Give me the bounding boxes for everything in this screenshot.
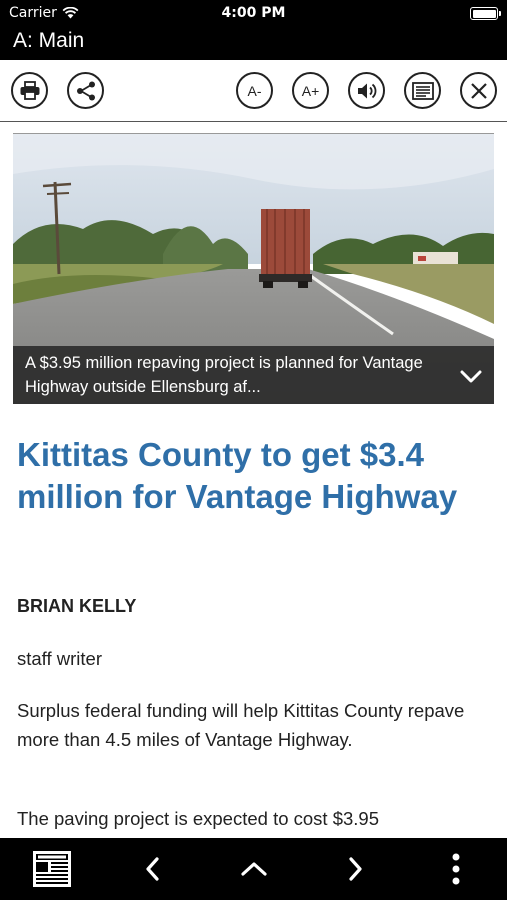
title-bar: A: Main: [0, 26, 507, 60]
article-paragraph-2: The paving project is expected to cost $…: [17, 808, 379, 829]
article-headline: Kittitas County to get $3.4 million for …: [17, 436, 458, 515]
text-view-button[interactable]: [404, 72, 441, 109]
close-icon: [470, 82, 487, 99]
chevron-up-icon: [241, 862, 267, 876]
font-increase-button[interactable]: A+: [292, 72, 329, 109]
newspaper-icon: [33, 851, 71, 887]
article-author: BRIAN KELLY: [17, 596, 137, 616]
printer-icon: [20, 80, 39, 100]
audio-button[interactable]: [348, 72, 385, 109]
share-icon: [76, 81, 95, 100]
battery-icon: [470, 7, 501, 20]
more-vertical-icon: [452, 853, 460, 885]
text-view-icon: [411, 81, 434, 100]
close-button[interactable]: [460, 72, 497, 109]
next-article-button[interactable]: [335, 850, 375, 888]
article-toolbar: A- A+: [0, 60, 507, 122]
newspaper-button[interactable]: [32, 850, 72, 888]
bottom-nav-bar: [0, 838, 507, 900]
status-time: 4:00 PM: [221, 5, 286, 21]
status-bar: Carrier 4:00 PM: [0, 0, 507, 26]
previous-article-button[interactable]: [133, 850, 173, 888]
chevron-right-icon: [349, 857, 362, 881]
article-paragraph-1: Surplus federal funding will help Kittit…: [17, 700, 465, 750]
speaker-icon: [357, 83, 376, 98]
photo-caption-bar[interactable]: A $3.95 million repaving project is plan…: [13, 346, 494, 404]
font-decrease-button[interactable]: A-: [236, 72, 273, 109]
article-photo[interactable]: A $3.95 million repaving project is plan…: [13, 133, 494, 404]
section-title: A: Main: [13, 29, 85, 52]
chevron-down-icon[interactable]: [458, 363, 484, 389]
chevron-left-icon: [146, 857, 159, 881]
font-decrease-label: A-: [247, 82, 262, 99]
font-increase-label: A+: [301, 82, 320, 99]
author-role: staff writer: [17, 648, 102, 669]
photo-caption: A $3.95 million repaving project is plan…: [25, 354, 423, 396]
share-button[interactable]: [67, 72, 104, 109]
scroll-up-button[interactable]: [234, 850, 274, 888]
more-options-button[interactable]: [436, 850, 476, 888]
print-button[interactable]: [11, 72, 48, 109]
app-screen: Carrier 4:00 PM A: Main A- A+ A $3.95 mi…: [0, 0, 507, 900]
